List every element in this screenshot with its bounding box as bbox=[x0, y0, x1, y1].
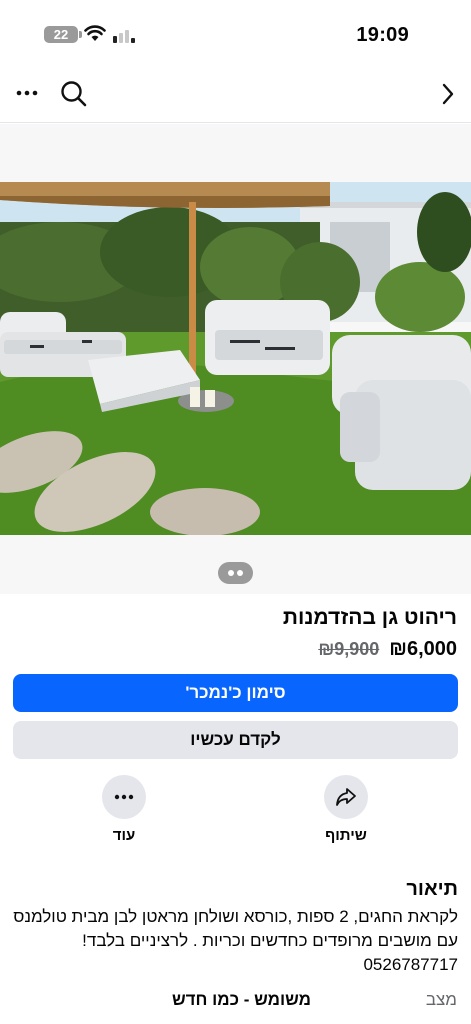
photo-carousel[interactable] bbox=[0, 124, 471, 594]
status-bar: 22 19:09 bbox=[0, 0, 471, 66]
signal-icon bbox=[113, 26, 139, 43]
description-text: לקראת החגים, 2 ספות ,כורסא ושולחן מראטן … bbox=[13, 907, 458, 974]
condition-row: מצב משומש - כמו חדש bbox=[0, 990, 471, 1014]
battery-icon: 22 bbox=[44, 26, 82, 43]
share-icon bbox=[336, 788, 356, 806]
more-circle[interactable] bbox=[102, 775, 146, 819]
price-current: ₪6,000 bbox=[389, 638, 457, 660]
wifi-icon bbox=[84, 25, 106, 41]
more-icon[interactable] bbox=[14, 80, 40, 106]
boost-now-button[interactable]: לקדם עכשיו bbox=[13, 721, 458, 759]
photo-pager-indicator bbox=[218, 562, 253, 584]
search-icon[interactable] bbox=[60, 80, 87, 107]
price-row: ₪6,000 ₪9,900 bbox=[318, 638, 457, 661]
listing-photo[interactable] bbox=[0, 182, 471, 535]
more-label: עוד bbox=[112, 827, 136, 844]
more-icon bbox=[114, 794, 134, 800]
garden-furniture-image bbox=[0, 182, 471, 535]
condition-label: מצב bbox=[425, 990, 457, 1009]
top-nav bbox=[0, 66, 471, 123]
condition-value: משומש - כמו חדש bbox=[171, 990, 311, 1009]
status-time: 19:09 bbox=[356, 24, 409, 46]
share-label: שיתוף bbox=[325, 827, 367, 844]
price-original: ₪9,900 bbox=[318, 639, 380, 659]
mark-as-sold-button[interactable]: סימון כ'נמכר' bbox=[13, 674, 458, 712]
more-action[interactable]: עוד bbox=[101, 775, 147, 844]
listing-title: ריהוט גן בהזדמנות bbox=[282, 606, 457, 629]
share-action[interactable]: שיתוף bbox=[323, 775, 369, 844]
description-heading: תיאור bbox=[406, 878, 458, 900]
share-circle[interactable] bbox=[324, 775, 368, 819]
chevron-right-icon[interactable] bbox=[441, 82, 455, 106]
